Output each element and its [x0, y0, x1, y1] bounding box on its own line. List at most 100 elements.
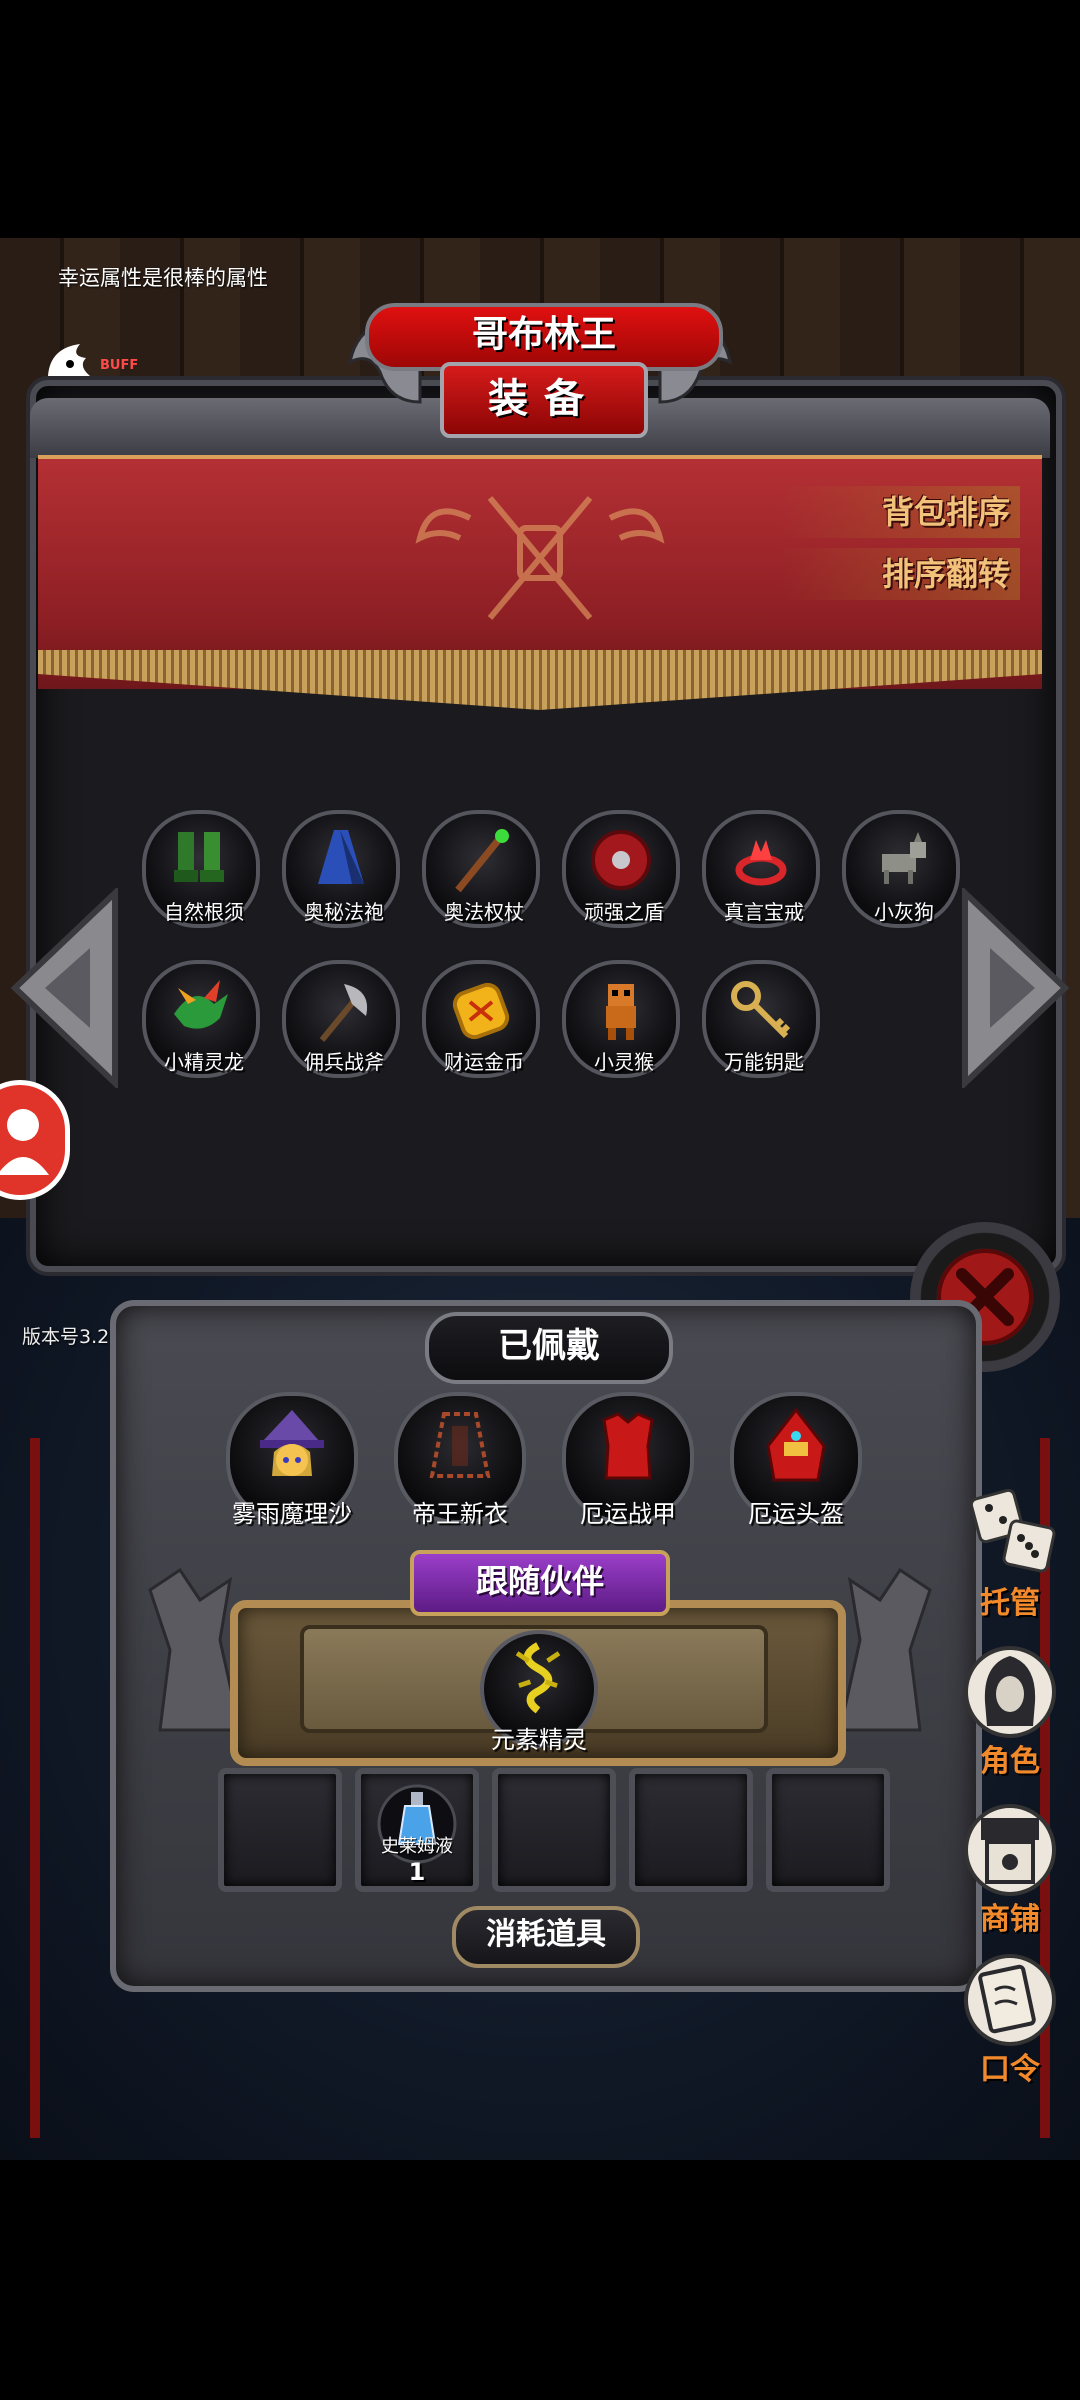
side-menu-shop-button[interactable]: 商铺 [940, 1800, 1080, 1950]
item-slot: 财运金币 [422, 960, 540, 1078]
sort-bag-button[interactable]: 背包排序 [780, 486, 1020, 538]
item-label: 奥法权杖 [444, 900, 524, 924]
companion-title: 跟随伙伴 [410, 1550, 670, 1616]
sort-reverse-button[interactable]: 排序翻转 [780, 548, 1020, 600]
key-icon [731, 981, 791, 1039]
inventory-item[interactable]: 佣兵战斧 [282, 960, 400, 1090]
buff-logo-text: BUFF [100, 358, 139, 373]
left-red-pillar [30, 1438, 40, 2138]
item-slot: 雾雨魔理沙 [226, 1392, 358, 1528]
red-helmet-icon [766, 1407, 826, 1482]
inventory-item[interactable]: 财运金币 [422, 960, 540, 1090]
staff-icon [455, 829, 509, 893]
item-label: 元素精灵 [491, 1726, 587, 1754]
green-boots-icon [174, 832, 224, 882]
shop-icon [964, 1804, 1056, 1896]
red-ring-icon [735, 840, 787, 886]
item-slot: 小灰狗 [842, 810, 960, 928]
axe-icon [319, 984, 368, 1042]
dragon-icon [174, 980, 228, 1029]
monkey-icon [606, 984, 636, 1040]
consumables-title: 消耗道具 [452, 1906, 640, 1968]
item-label: 厄运头盔 [748, 1500, 844, 1528]
grey-dog-icon [882, 832, 926, 884]
consumable-slot[interactable] [629, 1768, 753, 1892]
scroll-icon [964, 1954, 1056, 2046]
inventory-item[interactable]: 真言宝戒 [702, 810, 820, 940]
hooded-figure-icon [964, 1646, 1056, 1738]
inventory-item[interactable]: 奥秘法袍 [282, 810, 400, 940]
item-slot: 元素精灵 [480, 1630, 598, 1754]
gold-coin-icon [452, 982, 510, 1040]
item-label: 小灰狗 [874, 900, 934, 924]
equipped-item[interactable]: 厄运头盔 [730, 1392, 862, 1542]
crossed-swords-emblem [390, 478, 690, 638]
previous-page-arrow[interactable] [10, 886, 120, 1090]
item-label: 小灵猴 [594, 1050, 654, 1074]
equipped-item[interactable]: 厄运战甲 [562, 1392, 694, 1542]
item-label: 万能钥匙 [724, 1050, 804, 1074]
right-gargoyle [830, 1560, 950, 1740]
item-slot: 万能钥匙 [702, 960, 820, 1078]
equipped-title: 已佩戴 [425, 1312, 673, 1384]
item-slot: 自然根须 [142, 810, 260, 928]
item-label: 奥秘法袍 [304, 900, 384, 924]
elemental-spirit-icon [515, 1642, 561, 1714]
version-text: 版本号3.26 [22, 1326, 122, 1348]
item-label: 佣兵战斧 [304, 1050, 384, 1074]
item-slot: 奥秘法袍 [282, 810, 400, 928]
inventory-item[interactable]: 奥法权杖 [422, 810, 540, 940]
consumable-slot[interactable] [218, 1768, 342, 1892]
tab-equipment[interactable]: 装备 [440, 362, 648, 438]
equipped-item[interactable]: 雾雨魔理沙 [226, 1392, 358, 1542]
side-menu-label: 托管 [980, 1586, 1040, 1621]
item-label: 顽强之盾 [584, 900, 664, 924]
inventory-item[interactable]: 万能钥匙 [702, 960, 820, 1090]
item-slot: 奥法权杖 [422, 810, 540, 928]
floating-avatar-button[interactable] [0, 1080, 70, 1200]
blue-robe-icon [318, 830, 364, 884]
companion-item[interactable]: 元素精灵 [474, 1630, 604, 1780]
inventory-item[interactable]: 小灵猴 [562, 960, 680, 1090]
item-slot: 佣兵战斧 [282, 960, 400, 1078]
item-slot: 小灵猴 [562, 960, 680, 1078]
consumable-slot[interactable]: 史莱姆液 1 [355, 1768, 479, 1892]
consumable-slot[interactable] [766, 1768, 890, 1892]
next-page-arrow[interactable] [960, 886, 1070, 1090]
red-armor-icon [602, 1412, 654, 1480]
item-label: 小精灵龙 [164, 1050, 244, 1074]
consumable-count: 1 [408, 1858, 426, 1886]
side-menu-label: 商铺 [980, 1902, 1040, 1937]
item-slot: 厄运头盔 [730, 1392, 862, 1528]
item-label: 自然根须 [164, 900, 244, 924]
side-menu-auto-button[interactable]: 托管 [940, 1484, 1080, 1634]
side-menu-label: 口令 [980, 2052, 1040, 2087]
hint-text: 幸运属性是很棒的属性 [58, 266, 268, 290]
side-menu-password-button[interactable]: 口令 [940, 1950, 1080, 2100]
item-slot: 厄运战甲 [562, 1392, 694, 1528]
inventory-item[interactable]: 自然根须 [142, 810, 260, 940]
item-label: 财运金币 [444, 1050, 524, 1074]
round-shield-icon [591, 830, 651, 890]
item-slot: 帝王新衣 [394, 1392, 526, 1528]
inventory-item[interactable]: 顽强之盾 [562, 810, 680, 940]
witch-girl-icon [260, 1410, 324, 1476]
item-slot: 顽强之盾 [562, 810, 680, 928]
item-label: 真言宝戒 [724, 900, 804, 924]
dice-icon [969, 1488, 1056, 1573]
user-icon [0, 1109, 49, 1175]
item-label: 厄运战甲 [580, 1500, 676, 1528]
consumable-slot[interactable] [492, 1768, 616, 1892]
inventory-item[interactable]: 小精灵龙 [142, 960, 260, 1090]
player-title: 哥布林王 [365, 303, 723, 371]
item-slot: 小精灵龙 [142, 960, 260, 1078]
side-menu-label: 角色 [980, 1744, 1040, 1779]
equipped-item[interactable]: 帝王新衣 [394, 1392, 526, 1542]
inventory-item[interactable]: 小灰狗 [842, 810, 960, 940]
item-slot: 真言宝戒 [702, 810, 820, 928]
side-menu-character-button[interactable]: 角色 [940, 1642, 1080, 1792]
item-label: 帝王新衣 [412, 1500, 508, 1528]
consumable-label: 史莱姆液 [381, 1836, 453, 1857]
item-label: 雾雨魔理沙 [232, 1500, 352, 1528]
invisible-robe-icon [429, 1412, 491, 1478]
